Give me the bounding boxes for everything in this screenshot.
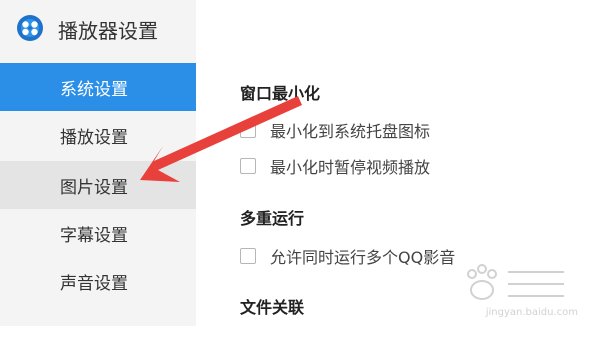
option-label: 最小化到系统托盘图标 bbox=[270, 122, 431, 141]
option-allow-multi-instance[interactable]: 允许同时运行多个QQ影音 bbox=[240, 244, 455, 268]
sidebar-item-audio-settings[interactable]: 声音设置 bbox=[0, 257, 196, 305]
qq-player-logo-icon bbox=[17, 15, 43, 41]
sidebar-item-label: 声音设置 bbox=[60, 273, 128, 294]
option-label: 最小化时暂停视频播放 bbox=[270, 158, 431, 177]
sidebar-item-label: 字幕设置 bbox=[60, 225, 128, 246]
sidebar-item-partial[interactable] bbox=[0, 305, 196, 353]
sidebar-item-label: 图片设置 bbox=[60, 177, 128, 198]
paw-logo-icon bbox=[467, 264, 564, 300]
option-pause-on-minimize[interactable]: 最小化时暂停视频播放 bbox=[240, 154, 430, 178]
section-title-window-minimize: 窗口最小化 bbox=[240, 84, 321, 103]
allow-multi-instance-checkbox[interactable] bbox=[240, 248, 256, 264]
sidebar-item-playback-settings[interactable]: 播放设置 bbox=[0, 111, 196, 159]
option-label: 允许同时运行多个QQ影音 bbox=[270, 248, 456, 267]
minimize-to-tray-checkbox[interactable] bbox=[240, 122, 256, 138]
sidebar-header: 播放器设置 bbox=[0, 0, 196, 63]
sidebar-item-image-settings[interactable]: 图片设置 bbox=[0, 161, 196, 209]
sidebar-item-subtitle-settings[interactable]: 字幕设置 bbox=[0, 209, 196, 257]
sidebar: 播放器设置 系统设置 播放设置 图片设置 字幕设置 声音设置 bbox=[0, 0, 196, 326]
app-title: 播放器设置 bbox=[58, 19, 158, 43]
sidebar-item-label: 播放设置 bbox=[60, 127, 128, 148]
section-title-file-association: 文件关联 bbox=[240, 298, 305, 317]
pause-on-minimize-checkbox[interactable] bbox=[240, 158, 256, 174]
sidebar-item-system-settings[interactable]: 系统设置 bbox=[0, 63, 196, 111]
watermark-url: jingyan.baidu.com bbox=[485, 307, 578, 318]
option-minimize-to-tray[interactable]: 最小化到系统托盘图标 bbox=[240, 118, 430, 142]
sidebar-item-label: 系统设置 bbox=[60, 79, 128, 100]
baidu-jingyan-watermark: jingyan.baidu.com bbox=[460, 260, 578, 318]
section-title-multi-instance: 多重运行 bbox=[240, 209, 305, 228]
